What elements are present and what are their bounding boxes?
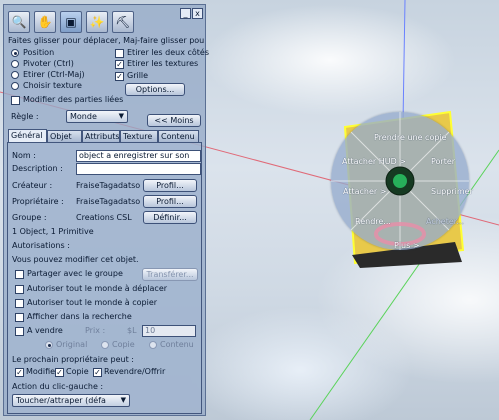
both-sides-checkbox[interactable]: [115, 49, 124, 58]
allow-move-checkbox[interactable]: [15, 285, 24, 294]
pie-more[interactable]: Plus >: [394, 241, 420, 250]
show-search-label: Afficher dans la recherche: [27, 312, 132, 321]
tab-content[interactable]: Contenu: [158, 130, 199, 142]
description-field[interactable]: [76, 163, 201, 175]
pie-delete[interactable]: Supprimer: [431, 187, 473, 196]
pie-wear[interactable]: Porter: [431, 157, 455, 166]
price-label: Prix :: [85, 326, 106, 335]
rotate-label: Pivoter (Ctrl): [23, 59, 74, 68]
object-count: 1 Object, 1 Primitive: [12, 227, 94, 236]
stretch-textures-checkbox[interactable]: ✓: [115, 60, 124, 69]
sale-contents-radio: [149, 341, 157, 349]
texture-radio[interactable]: [11, 82, 19, 90]
stretch-label: Etirer (Ctrl-Maj): [23, 70, 85, 79]
description-label: Description :: [12, 164, 63, 173]
tab-texture[interactable]: Texture: [120, 130, 158, 142]
move-tool-icon[interactable]: ✋: [34, 11, 56, 33]
click-action-value: Toucher/attraper (défa: [16, 396, 106, 405]
price-field: 10: [142, 325, 196, 337]
edit-linked-checkbox[interactable]: [11, 96, 20, 105]
creator-value: FraiseTagadatso: [76, 181, 141, 190]
pie-buy: Acheter...: [426, 217, 464, 226]
currency-label: $L: [127, 326, 137, 335]
tab-attributes[interactable]: Attributs: [82, 130, 120, 142]
pie-menu[interactable]: Prendre une copie Attacher HUD > Porter …: [331, 112, 473, 250]
position-radio[interactable]: [11, 49, 19, 57]
transfer-button: Transférer...: [142, 268, 198, 281]
next-resell-checkbox[interactable]: ✓: [93, 368, 102, 377]
share-group-checkbox[interactable]: [15, 270, 24, 279]
options-button[interactable]: Options...: [125, 83, 185, 96]
sale-contents-label: Contenu: [160, 340, 194, 349]
texture-label: Choisir texture: [23, 81, 82, 90]
pie-attach-hud[interactable]: Attacher HUD >: [342, 157, 406, 166]
allow-copy-label: Autoriser tout le monde à copier: [27, 298, 158, 307]
tab-object[interactable]: Objet: [47, 130, 82, 142]
pie-return[interactable]: Rendre...: [355, 217, 391, 226]
permissions-text: Vous pouvez modifier cet objet.: [12, 255, 139, 264]
sale-copy-radio: [101, 341, 109, 349]
next-owner-label: Le prochain propriétaire peut :: [12, 355, 134, 364]
group-label: Groupe :: [12, 213, 47, 222]
stretch-radio[interactable]: [11, 71, 19, 79]
creator-profile-button[interactable]: Profil...: [143, 179, 197, 192]
share-group-label: Partager avec le groupe: [27, 269, 123, 278]
stretch-textures-label: Etirer les textures: [127, 59, 199, 68]
click-action-label: Action du clic-gauche :: [12, 382, 104, 391]
close-button[interactable]: x: [192, 8, 203, 19]
sale-copy-label: Copie: [112, 340, 135, 349]
build-tool-panel: 🔍 ✋ ▣ ✨ ⛏ _ x Faites glisser pour déplac…: [3, 4, 210, 416]
owner-value: FraiseTagadatso: [76, 197, 141, 206]
less-button[interactable]: << Moins: [147, 114, 201, 127]
next-resell-label: Revendre/Offrir: [104, 367, 166, 376]
edit-tool-icon[interactable]: ▣: [60, 11, 82, 33]
name-label: Nom :: [12, 151, 36, 160]
create-wand-icon[interactable]: ✨: [86, 11, 108, 33]
focus-tool-icon[interactable]: 🔍: [8, 11, 30, 33]
sale-original-radio: [45, 341, 53, 349]
permissions-label: Autorisations :: [12, 241, 70, 250]
name-field[interactable]: object a enregistrer sur son ord: [76, 150, 201, 162]
ruler-label: Règle :: [11, 112, 39, 121]
creator-label: Créateur :: [12, 181, 53, 190]
click-action-select[interactable]: Toucher/attraper (défa ▼: [12, 394, 130, 407]
next-modify-checkbox[interactable]: ✓: [15, 368, 24, 377]
edit-linked-label: Modifier des parties liées: [23, 95, 124, 104]
show-search-checkbox[interactable]: [15, 313, 24, 322]
rotate-radio[interactable]: [11, 60, 19, 68]
chevron-down-icon: ▼: [118, 112, 124, 120]
minimize-button[interactable]: _: [180, 8, 191, 19]
tab-general[interactable]: Général: [8, 129, 47, 143]
allow-copy-checkbox[interactable]: [15, 299, 24, 308]
grid-label: Grille: [127, 71, 149, 80]
set-group-button[interactable]: Définir...: [143, 211, 197, 224]
ruler-select[interactable]: Monde ▼: [66, 110, 128, 123]
position-label: Position: [23, 48, 55, 57]
pie-take-copy[interactable]: Prendre une copie: [374, 133, 447, 142]
sale-original-label: Original: [56, 340, 88, 349]
allow-move-label: Autoriser tout le monde à déplacer: [27, 284, 168, 293]
general-tab-body: Nom : object a enregistrer sur son ord D…: [7, 142, 202, 414]
owner-label: Propriétaire :: [12, 197, 64, 206]
group-value: Creations CSL: [76, 213, 132, 222]
pie-attach[interactable]: Attacher >: [343, 187, 386, 196]
next-copy-checkbox[interactable]: ✓: [55, 368, 64, 377]
land-tool-icon[interactable]: ⛏: [112, 11, 134, 33]
owner-profile-button[interactable]: Profil...: [143, 195, 197, 208]
next-copy-label: Copie: [66, 367, 89, 376]
for-sale-label: A vendre: [27, 326, 63, 335]
both-sides-label: Etirer les deux côtés: [127, 48, 210, 57]
chevron-down-icon: ▼: [120, 396, 126, 404]
for-sale-checkbox[interactable]: [15, 327, 24, 336]
grid-checkbox[interactable]: ✓: [115, 72, 124, 81]
drag-hint: Faites glisser pour déplacer, Maj-faire …: [8, 36, 204, 45]
next-modify-label: Modifier: [26, 367, 59, 376]
ruler-value: Monde: [70, 112, 97, 121]
